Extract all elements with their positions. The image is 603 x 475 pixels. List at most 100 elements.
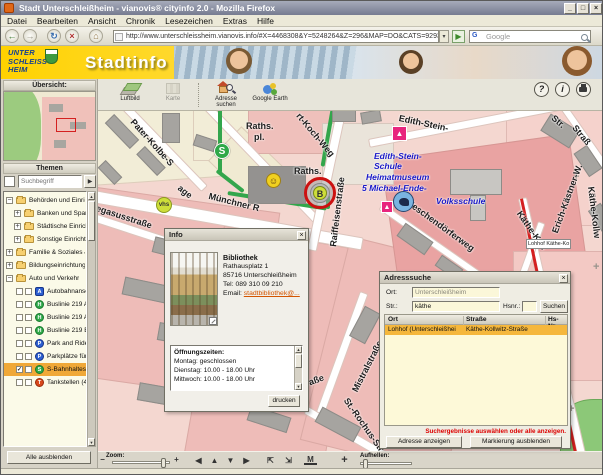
- tree-item-parkplaetze[interactable]: P Parkplätze für Me: [4, 350, 87, 363]
- print-poi-button[interactable]: drucken: [268, 395, 300, 407]
- tree-scrollbar[interactable]: ▲ ▼: [87, 191, 96, 447]
- expand-icon[interactable]: +: [6, 249, 13, 256]
- panel-close-icon[interactable]: ×: [559, 274, 568, 283]
- museum-marker[interactable]: ▲: [392, 126, 407, 141]
- visibility-checkbox[interactable]: [16, 353, 23, 360]
- print-button[interactable]: [576, 82, 591, 97]
- zoom-slider[interactable]: [112, 461, 170, 464]
- library-photo[interactable]: [170, 252, 218, 326]
- tree-item-bus-219bu[interactable]: H Buslinie 219 B U: [4, 324, 87, 337]
- expand-icon[interactable]: +: [6, 262, 13, 269]
- tree-item-sonstige[interactable]: + Sonstige Einrichtungen: [4, 233, 87, 246]
- tree-item-tankstellen[interactable]: T Tankstellen (4): [4, 376, 87, 389]
- maximize-button[interactable]: □: [577, 3, 589, 14]
- scroll-down-icon[interactable]: ▼: [88, 438, 95, 446]
- theme-search-input[interactable]: [18, 175, 82, 188]
- museum-blue-marker[interactable]: [393, 191, 414, 212]
- label-checkbox[interactable]: [25, 327, 32, 334]
- suchen-button[interactable]: Suchen: [540, 300, 568, 313]
- label-checkbox[interactable]: [25, 353, 32, 360]
- str-input[interactable]: käthe: [412, 301, 500, 312]
- label-checkbox[interactable]: [25, 314, 32, 321]
- tree-item-banken[interactable]: + Banken und Sparkassen: [4, 207, 87, 220]
- tree-item-staedtische[interactable]: + Städtische Einrichtungen: [4, 220, 87, 233]
- stop-icon[interactable]: ×: [65, 29, 79, 43]
- zoom-in-icon[interactable]: +: [170, 454, 183, 466]
- hide-all-button[interactable]: Alle ausblenden: [7, 451, 91, 464]
- sbahn-marker[interactable]: S: [214, 143, 230, 159]
- close-button[interactable]: ×: [590, 3, 602, 14]
- visibility-checkbox[interactable]: [16, 327, 23, 334]
- expand-icon[interactable]: +: [14, 236, 21, 243]
- menu-chronik[interactable]: Chronik: [126, 16, 155, 26]
- result-row-selected[interactable]: Lohhof (Unterschleißhei Käthe-Kollwitz-S…: [385, 325, 567, 335]
- brightness-slider[interactable]: [360, 462, 412, 465]
- tree-item-auto-verkehr[interactable]: − Auto und Verkehr: [4, 272, 87, 285]
- search-engine-input[interactable]: Google: [469, 30, 591, 43]
- scrollbar-thumb[interactable]: [295, 354, 302, 368]
- menu-lesezeichen[interactable]: Lesezeichen: [165, 16, 213, 26]
- scroll-up-icon[interactable]: ▲: [88, 192, 95, 200]
- visibility-checkbox[interactable]: [16, 288, 23, 295]
- info-button[interactable]: i: [555, 82, 570, 97]
- back-icon[interactable]: ←: [5, 29, 19, 43]
- zoom-slider-thumb[interactable]: [161, 458, 166, 468]
- label-checkbox[interactable]: [25, 301, 32, 308]
- label-checkbox[interactable]: [25, 379, 32, 386]
- visibility-checkbox[interactable]: [16, 314, 23, 321]
- minimap-view-rect[interactable]: [56, 118, 76, 132]
- scrollbar-thumb[interactable]: [88, 201, 95, 241]
- minimize-button[interactable]: _: [564, 3, 576, 14]
- hours-scrollbar[interactable]: ▲ ▼: [294, 346, 302, 390]
- tree-item-familie[interactable]: + Familie & Soziales & Gesun: [4, 246, 87, 259]
- google-earth-button[interactable]: Google Earth: [250, 81, 290, 109]
- adresse-suchen-button[interactable]: Adresse suchen: [206, 81, 246, 109]
- pan-left-icon[interactable]: ◀: [192, 455, 205, 467]
- go-button[interactable]: ▶: [452, 30, 465, 43]
- menu-hilfe[interactable]: Hilfe: [257, 16, 274, 26]
- theater-marker[interactable]: ☺: [266, 173, 281, 188]
- crosshair-tool-icon[interactable]: +: [338, 455, 351, 467]
- home-icon[interactable]: ⌂: [89, 29, 103, 43]
- overview-minimap[interactable]: [3, 91, 96, 161]
- email-link[interactable]: stadtbibliothek@...: [244, 290, 300, 297]
- library-marker-selected[interactable]: B: [304, 177, 336, 209]
- pan-down-icon[interactable]: ▼: [224, 455, 237, 467]
- karte-button[interactable]: Karte: [153, 81, 193, 109]
- collapse-icon[interactable]: −: [6, 197, 13, 204]
- expand-icon[interactable]: +: [14, 223, 21, 230]
- photo-expand-icon[interactable]: [209, 317, 217, 325]
- url-bar[interactable]: http://www.unterschleissheim.vianovis.in…: [113, 30, 439, 43]
- zoom-out-icon[interactable]: −: [96, 454, 109, 466]
- show-address-button[interactable]: Adresse anzeigen: [386, 436, 462, 448]
- collapse-icon[interactable]: −: [6, 275, 13, 282]
- label-checkbox[interactable]: [25, 288, 32, 295]
- zoom-extent-icon[interactable]: ⇱: [264, 455, 277, 467]
- menu-ansicht[interactable]: Ansicht: [88, 16, 116, 26]
- visibility-checkbox[interactable]: [16, 340, 23, 347]
- measure-tool-button[interactable]: M: [304, 455, 317, 465]
- help-button[interactable]: ?: [534, 82, 549, 97]
- tree-item-bildung[interactable]: + Bildungseinrichtungen & Ki: [4, 259, 87, 272]
- full-extent-icon[interactable]: ⇲: [282, 455, 295, 467]
- ort-input[interactable]: Unterschleißheim: [412, 287, 500, 298]
- visibility-checkbox[interactable]: [16, 301, 23, 308]
- pan-right-icon[interactable]: ▶: [240, 455, 253, 467]
- tree-item-bus-219ag[interactable]: H Buslinie 219 A G: [4, 298, 87, 311]
- hsnr-input[interactable]: [522, 301, 537, 312]
- luftbild-button[interactable]: Luftbild: [110, 81, 150, 109]
- tree-item-park-ride[interactable]: P Park and Ride Pa: [4, 337, 87, 350]
- search-go-icon[interactable]: ▶: [84, 175, 96, 188]
- visibility-checkbox-checked[interactable]: ✓: [16, 366, 23, 373]
- label-checkbox[interactable]: [25, 366, 32, 373]
- vhs-marker[interactable]: vhs: [156, 197, 172, 213]
- visibility-checkbox[interactable]: [16, 379, 23, 386]
- menu-bearbeiten[interactable]: Bearbeiten: [37, 16, 78, 26]
- pan-up-icon[interactable]: ▲: [208, 455, 221, 467]
- search-option-checkbox[interactable]: [4, 176, 15, 187]
- tree-item-bus-219au[interactable]: H Buslinie 219 A U: [4, 311, 87, 324]
- menu-extras[interactable]: Extras: [223, 16, 247, 26]
- search-icon[interactable]: [581, 34, 588, 41]
- reload-icon[interactable]: ↻: [47, 29, 61, 43]
- tree-item-behoerden[interactable]: − Behörden und Einrichtungen: [4, 194, 87, 207]
